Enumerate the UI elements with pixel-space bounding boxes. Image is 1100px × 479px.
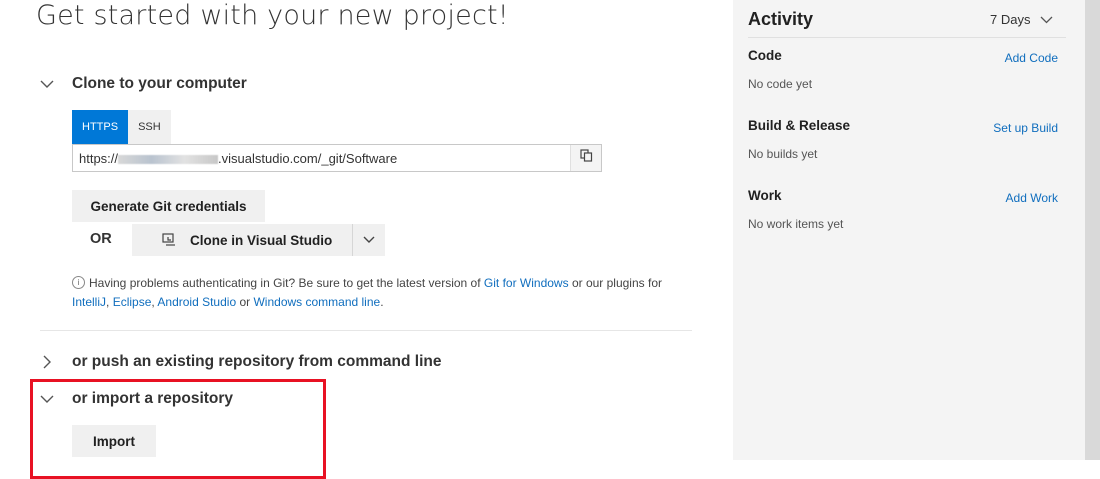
help-text-end: . (380, 295, 384, 309)
work-empty-text: No work items yet (748, 217, 844, 231)
push-section-toggle[interactable]: or push an existing repository from comm… (38, 353, 441, 371)
clone-in-vs-button[interactable]: Clone in Visual Studio (132, 224, 352, 256)
clone-icon (162, 233, 178, 247)
tab-ssh[interactable]: SSH (128, 110, 171, 144)
intellij-link[interactable]: IntelliJ (72, 295, 106, 309)
help-text-2: or our plugins for (571, 276, 662, 290)
activity-title: Activity (748, 9, 814, 29)
protocol-tabs: HTTPS SSH (72, 110, 171, 144)
clone-in-vs-split-button: Clone in Visual Studio (132, 224, 385, 256)
help-text-3: or (239, 295, 251, 309)
section-divider (40, 330, 692, 331)
push-section-label: or push an existing repository from comm… (72, 353, 442, 370)
copy-url-button[interactable] (570, 145, 601, 171)
auth-help-text: i Having problems authenticating in Git? … (72, 276, 662, 309)
clone-in-vs-label: Clone in Visual Studio (190, 232, 333, 248)
windows-command-line-link[interactable]: Windows command line (253, 295, 380, 309)
page-title: Get started with your new project! (36, 0, 509, 31)
chevron-down-icon (38, 75, 56, 93)
chevron-right-icon (38, 353, 56, 371)
android-studio-link[interactable]: Android Studio (157, 295, 236, 309)
url-prefix: https:// (79, 150, 119, 166)
tab-https[interactable]: HTTPS (72, 110, 129, 144)
code-heading: Code (748, 48, 782, 63)
redacted-account-name (118, 154, 219, 164)
eclipse-link[interactable]: Eclipse (113, 295, 152, 309)
url-suffix: .visualstudio.com/_git/Software (218, 150, 398, 166)
vertical-scrollbar[interactable] (1085, 0, 1100, 460)
or-label: OR (90, 231, 112, 247)
activity-range-value: 7 Days (990, 12, 1031, 27)
chevron-down-icon (363, 231, 375, 249)
git-for-windows-link[interactable]: Git for Windows (484, 276, 569, 290)
add-work-link[interactable]: Add Work (1006, 191, 1058, 205)
main-panel: Get started with your new project! Clone… (0, 0, 730, 479)
builds-empty-text: No builds yet (748, 147, 818, 161)
add-code-link[interactable]: Add Code (1005, 51, 1058, 65)
highlight-annotation-box (30, 379, 326, 479)
generate-git-credentials-button[interactable]: Generate Git credentials (72, 190, 265, 222)
clone-url-field[interactable]: https:// .visualstudio.com/_git/Software (72, 144, 602, 172)
build-release-heading: Build & Release (748, 118, 851, 133)
set-up-build-link[interactable]: Set up Build (993, 121, 1058, 135)
activity-separator (748, 37, 1066, 38)
clone-url-text: https:// .visualstudio.com/_git/Software (73, 151, 570, 166)
clone-section-label: Clone to your computer (72, 75, 247, 92)
copy-icon (579, 149, 593, 167)
help-text-1: Having problems authenticating in Git? B… (89, 276, 481, 290)
chevron-down-icon (1040, 16, 1053, 24)
code-empty-text: No code yet (748, 77, 813, 91)
clone-options-dropdown[interactable] (353, 224, 385, 256)
work-heading: Work (748, 188, 782, 203)
clone-section-toggle[interactable]: Clone to your computer (38, 75, 247, 93)
info-icon: i (72, 276, 85, 290)
activity-range-dropdown[interactable]: 7 Days (990, 12, 1053, 27)
activity-sidebar: Activity 7 Days Code Add Code No code ye… (733, 0, 1085, 460)
